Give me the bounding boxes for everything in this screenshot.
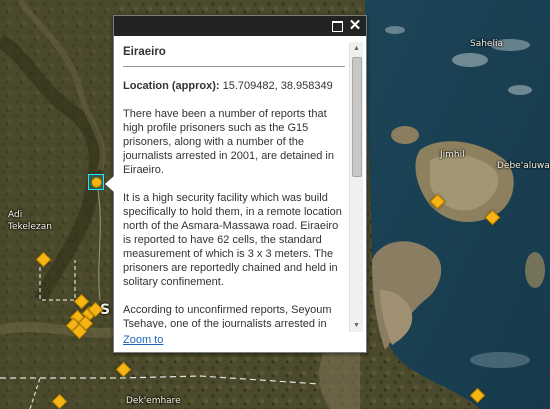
zoom-to-link[interactable]: Zoom to — [123, 334, 163, 346]
popup-title: Eiraeiro — [123, 45, 345, 67]
maximize-icon[interactable] — [329, 18, 345, 34]
popup-pointer — [105, 176, 114, 192]
popup-scrollbar[interactable]: ▲ ▼ — [349, 42, 363, 332]
location-value: 15.709482, 38.958349 — [222, 80, 333, 92]
place-label-debealuwa: Debe'aluwa — [497, 161, 550, 171]
place-label-jimhil: Jimhil — [440, 150, 465, 160]
popup-paragraph: According to unconfirmed reports, Seyoum… — [123, 304, 332, 328]
scroll-up-arrow-icon[interactable]: ▲ — [350, 42, 363, 55]
selected-marker-dot — [91, 177, 102, 188]
info-popup: ✕ Eiraeiro Location (approx): 15.709482,… — [105, 15, 367, 353]
popup-location: Location (approx): 15.709482, 38.958349 — [123, 79, 345, 93]
scroll-down-arrow-icon[interactable]: ▼ — [350, 319, 363, 332]
place-label-dekemhare: Dek'emhare — [126, 396, 181, 406]
popup-titlebar: ✕ — [114, 16, 366, 36]
place-label-sahelia: Sahelia — [470, 39, 503, 49]
scrollbar-thumb[interactable] — [352, 57, 362, 177]
location-label: Location (approx): — [123, 80, 220, 92]
popup-paragraph: It is a high security facility which was… — [123, 192, 342, 288]
close-icon[interactable]: ✕ — [347, 18, 363, 34]
selected-location-marker[interactable] — [88, 174, 104, 190]
popup-paragraph: There have been a number of reports that… — [123, 108, 334, 176]
popup-content: Eiraeiro Location (approx): 15.709482, 3… — [123, 36, 345, 328]
place-label-adi-tekelezan: Adi Tekelezan — [8, 210, 52, 232]
